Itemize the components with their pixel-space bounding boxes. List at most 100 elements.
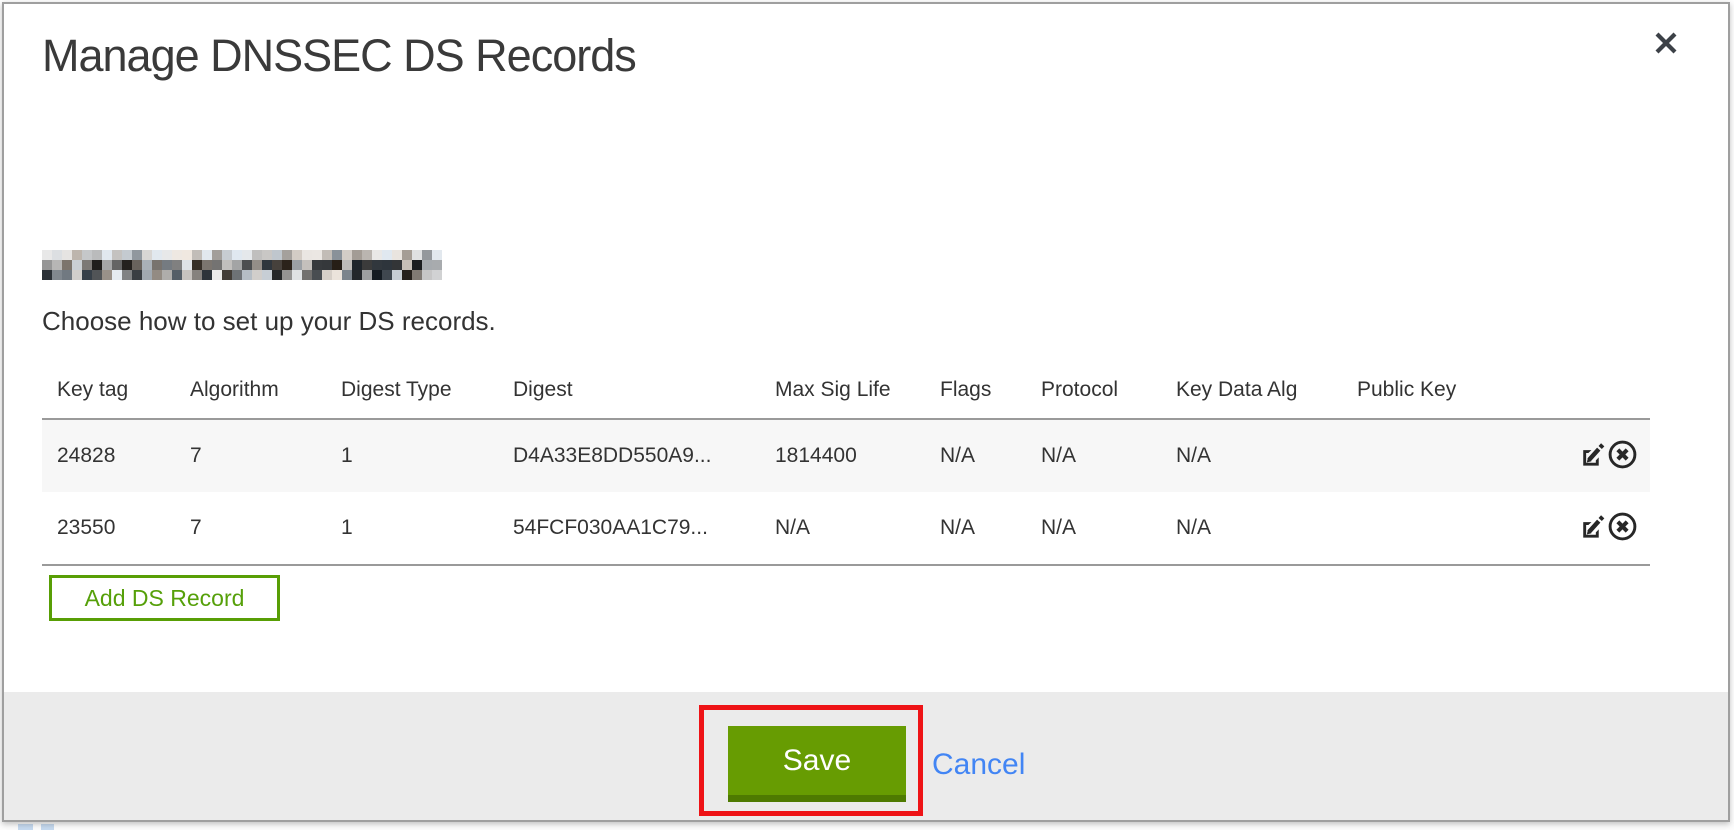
- redaction-pixel: [302, 260, 312, 270]
- redaction-pixel: [282, 270, 292, 280]
- redaction-pixel: [322, 270, 332, 280]
- redaction-pixel: [242, 260, 252, 270]
- redaction-pixel: [262, 260, 272, 270]
- x-mark-glyph: [1650, 27, 1682, 59]
- circle-x-glyph: [1607, 511, 1638, 542]
- redaction-pixel: [272, 270, 282, 280]
- redaction-pixel: [412, 260, 422, 270]
- cell-digest: D4A33E8DD550A9...: [498, 419, 760, 492]
- pencil-square-glyph: [1575, 439, 1606, 470]
- redaction-pixel: [192, 260, 202, 270]
- redaction-pixel: [62, 260, 72, 270]
- cell-flags: N/A: [925, 419, 1026, 492]
- redaction-pixel: [372, 250, 382, 260]
- redaction-pixel: [352, 270, 362, 280]
- page-title: Manage DNSSEC DS Records: [42, 30, 636, 82]
- redaction-pixel: [82, 250, 92, 260]
- redaction-pixel: [52, 270, 62, 280]
- add-ds-record-button[interactable]: Add DS Record: [49, 575, 280, 621]
- redaction-pixel: [192, 270, 202, 280]
- redaction-pixel: [402, 270, 412, 280]
- cell-flags: N/A: [925, 492, 1026, 565]
- redaction-pixel: [52, 250, 62, 260]
- redaction-pixel: [192, 250, 202, 260]
- col-header-algorithm: Algorithm: [175, 334, 326, 419]
- redaction-pixel: [272, 260, 282, 270]
- redaction-pixel: [342, 270, 352, 280]
- redaction-pixel: [202, 250, 212, 260]
- redaction-pixel: [242, 270, 252, 280]
- cell-algorithm: 7: [175, 419, 326, 492]
- redaction-pixel: [232, 270, 242, 280]
- redaction-pixel: [372, 270, 382, 280]
- edit-record-icon[interactable]: [1575, 439, 1606, 473]
- redaction-pixel: [142, 260, 152, 270]
- redaction-pixel: [392, 260, 402, 270]
- cell-key-tag: 23550: [42, 492, 175, 565]
- redaction-pixel: [352, 260, 362, 270]
- page-behind-fragment: [41, 824, 54, 830]
- redaction-pixel: [382, 260, 392, 270]
- cell-key-tag: 24828: [42, 419, 175, 492]
- redaction-pixel: [432, 260, 442, 270]
- redaction-pixel: [182, 260, 192, 270]
- redaction-pixel: [312, 270, 322, 280]
- redaction-pixel: [272, 250, 282, 260]
- redaction-pixel: [422, 260, 432, 270]
- delete-record-icon[interactable]: [1607, 511, 1638, 545]
- redaction-pixel: [142, 250, 152, 260]
- redacted-domain: [42, 250, 442, 280]
- redaction-pixel: [152, 270, 162, 280]
- redaction-pixel: [332, 270, 342, 280]
- redaction-pixel: [342, 250, 352, 260]
- redaction-pixel: [132, 250, 142, 260]
- col-header-flags: Flags: [925, 334, 1026, 419]
- redaction-pixel: [62, 270, 72, 280]
- redaction-pixel: [122, 250, 132, 260]
- redaction-pixel: [162, 260, 172, 270]
- redaction-pixel: [142, 270, 152, 280]
- redaction-pixel: [182, 270, 192, 280]
- redaction-pixel: [322, 250, 332, 260]
- redaction-pixel: [222, 250, 232, 260]
- redaction-pixel: [152, 260, 162, 270]
- redaction-pixel: [92, 250, 102, 260]
- redaction-pixel: [102, 270, 112, 280]
- col-header-public-key: Public Key: [1342, 334, 1540, 419]
- cell-max-sig-life: 1814400: [760, 419, 925, 492]
- cancel-link[interactable]: Cancel: [932, 748, 1025, 782]
- redaction-pixel: [342, 260, 352, 270]
- circle-x-glyph: [1607, 439, 1638, 470]
- redaction-pixel: [182, 250, 192, 260]
- redaction-pixel: [302, 270, 312, 280]
- cell-digest: 54FCF030AA1C79...: [498, 492, 760, 565]
- manage-dnssec-ds-records-dialog: Manage DNSSEC DS Records Choose how to s…: [2, 2, 1730, 822]
- col-header-digest: Digest: [498, 334, 760, 419]
- redaction-pixel: [392, 250, 402, 260]
- redaction-pixel: [392, 270, 402, 280]
- save-button[interactable]: Save: [728, 726, 906, 802]
- cell-protocol: N/A: [1026, 492, 1161, 565]
- close-icon[interactable]: [1648, 26, 1684, 62]
- redaction-pixel: [422, 270, 432, 280]
- table-header-row: Key tag Algorithm Digest Type Digest Max…: [42, 334, 1650, 419]
- redaction-pixel: [42, 260, 52, 270]
- redaction-pixel: [332, 250, 342, 260]
- cell-key-data-alg: N/A: [1161, 492, 1342, 565]
- redaction-pixel: [212, 260, 222, 270]
- redaction-pixel: [242, 250, 252, 260]
- col-header-actions: [1540, 334, 1650, 419]
- redaction-pixel: [52, 260, 62, 270]
- redaction-pixel: [162, 250, 172, 260]
- delete-record-icon[interactable]: [1607, 439, 1638, 473]
- redaction-pixel: [382, 270, 392, 280]
- cell-digest-type: 1: [326, 492, 498, 565]
- redaction-pixel: [82, 270, 92, 280]
- redaction-pixel: [312, 250, 322, 260]
- redaction-pixel: [222, 270, 232, 280]
- redaction-pixel: [112, 260, 122, 270]
- redaction-pixel: [302, 250, 312, 260]
- edit-record-icon[interactable]: [1575, 511, 1606, 545]
- col-header-key-data-alg: Key Data Alg: [1161, 334, 1342, 419]
- cell-protocol: N/A: [1026, 419, 1161, 492]
